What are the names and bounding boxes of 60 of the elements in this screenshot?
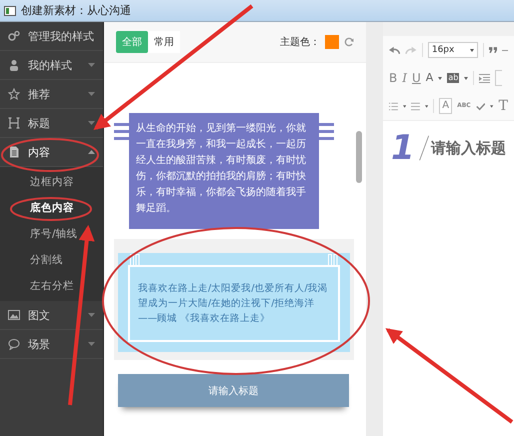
sidebar-item[interactable]: 标题 (0, 109, 103, 138)
caret-icon (88, 63, 95, 67)
caret-icon (438, 76, 442, 80)
heading-icon (8, 117, 20, 129)
dropdown-arrow-icon (470, 48, 474, 52)
check-icon[interactable] (476, 102, 486, 110)
theme-color-label: 主题色： (280, 36, 320, 49)
caret-icon (88, 121, 95, 125)
app-icon (4, 6, 16, 16)
scrollbar[interactable] (356, 131, 362, 183)
sidebar-item[interactable]: 管理我的样式 (0, 22, 103, 51)
caret-icon (88, 92, 95, 96)
stripes-decoration (319, 123, 334, 140)
submenu-item[interactable]: 序号/轴线 (0, 221, 103, 247)
window-title: 创建新素材：从心沟通 (21, 3, 131, 18)
bold-button[interactable]: B (389, 71, 398, 85)
stripes-decoration (114, 123, 129, 140)
person-icon (8, 59, 20, 71)
submenu-item[interactable]: 分割线 (0, 247, 103, 273)
star-icon (8, 88, 20, 100)
submenu-item[interactable]: 边框内容 (0, 169, 103, 195)
font-size-select[interactable]: 16px (428, 42, 478, 58)
font-color-button[interactable]: A (426, 71, 434, 85)
heading-number: 1 (391, 129, 416, 167)
image-icon (8, 309, 20, 321)
underline-button[interactable]: U (412, 71, 421, 85)
font-style-button[interactable]: A (439, 98, 452, 114)
caret-icon (88, 342, 95, 346)
caret-icon (402, 104, 406, 108)
text-button[interactable]: T (498, 99, 508, 113)
caret-icon (490, 104, 494, 108)
caret-icon (88, 313, 95, 317)
gears-icon (8, 30, 20, 42)
redo-icon[interactable] (405, 46, 417, 54)
quote-text: 我喜欢在路上走/太阳爱我/也爱所有人/我渴望成为一片大陆/在她的注视下/拒绝海洋 ——顾城 《我喜欢在路上走》 (138, 282, 329, 326)
quote-icon[interactable] (488, 47, 498, 53)
caret-icon (425, 104, 428, 108)
quote-mark-icon (130, 254, 140, 267)
text-card[interactable]: 从生命的开始，见到第一缕阳光，你就一直在我身旁，和我一起成长，一起历经人生的酸甜苦辣，有时颓废，有时忧伤，你都沉默的拍拍我的肩膀；有时快乐，有时幸福，你都会飞扬的随着我手舞足蹈。 (129, 113, 319, 229)
sidebar-item[interactable]: 推荐 (0, 80, 103, 109)
submenu-item[interactable]: 左右分栏 (0, 273, 103, 299)
speech-bubble-icon (8, 338, 20, 350)
align-icon[interactable] (411, 102, 420, 110)
sidebar-item[interactable]: 图文 (0, 301, 103, 330)
bulleted-list-icon[interactable] (389, 102, 398, 110)
refresh-icon[interactable] (344, 37, 354, 47)
document-icon (8, 146, 20, 158)
sidebar-item[interactable]: 场景 (0, 330, 103, 359)
undo-icon[interactable] (389, 46, 400, 54)
sidebar-item[interactable]: 我的样式 (0, 51, 103, 80)
caret-icon (88, 150, 95, 154)
quote-mark-icon (328, 254, 338, 267)
color-swatch[interactable] (325, 35, 339, 49)
indent-icon[interactable] (479, 74, 490, 82)
quote-card[interactable]: 我喜欢在路上走/太阳爱我/也爱所有人/我渴望成为一片大陆/在她的注视下/拒绝海洋 ——顾城 《我喜欢在路上走》 (118, 253, 350, 352)
highlight-button[interactable]: ab (447, 73, 460, 83)
italic-button[interactable]: I (402, 71, 407, 85)
caret-icon (464, 76, 468, 80)
submenu-item[interactable]: 底色内容 (0, 195, 103, 221)
heading-text[interactable]: 请输入标题 (431, 138, 506, 158)
